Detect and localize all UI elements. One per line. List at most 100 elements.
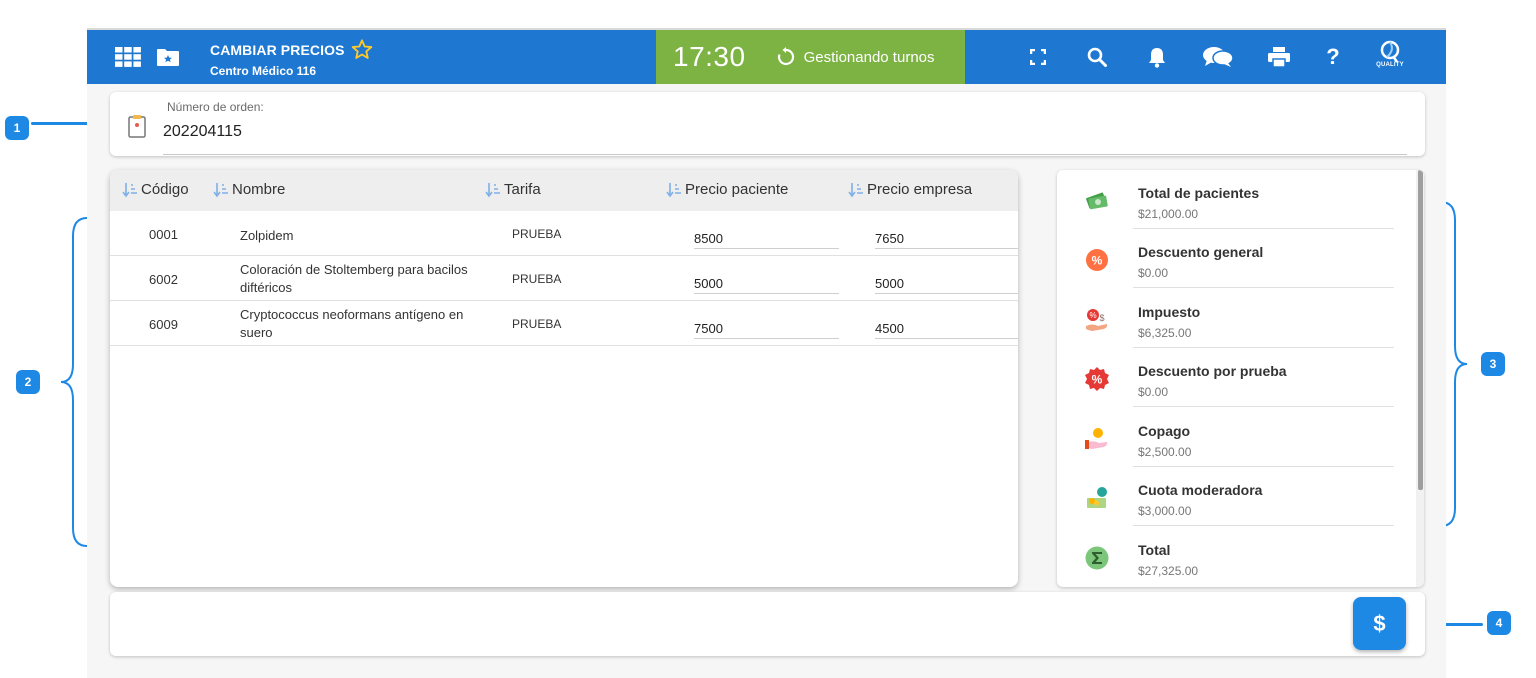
sort-icon <box>485 182 501 198</box>
quality-logo-text: QUALITY <box>1376 62 1404 68</box>
column-header-precio-paciente[interactable]: Precio paciente <box>666 181 788 198</box>
summary-value: $6,325.00 <box>1138 326 1192 340</box>
summary-value: $0.00 <box>1138 266 1169 280</box>
bell-icon[interactable] <box>1144 46 1170 68</box>
quality-logo: QUALITY <box>1372 40 1408 76</box>
column-header-nombre-label: Nombre <box>232 181 286 198</box>
precio-empresa-input[interactable] <box>875 315 1018 339</box>
summary-label: Descuento general <box>1138 244 1264 260</box>
column-header-codigo[interactable]: Código <box>122 181 189 198</box>
turnos-status-label: Gestionando turnos <box>803 48 935 66</box>
summary-item-descuento-general: % Descuento general $0.00 <box>1057 229 1417 288</box>
summary-scrollbar[interactable] <box>1416 170 1424 587</box>
precio-empresa-input[interactable] <box>875 225 1018 249</box>
annotation-badge-3: 3 <box>1481 352 1505 376</box>
order-number-card: Número de orden: <box>110 92 1425 156</box>
precio-paciente-input[interactable] <box>694 270 839 294</box>
summary-item-impuesto: % $ Impuesto $6,325.00 <box>1057 289 1417 348</box>
summary-scrollbar-thumb[interactable] <box>1418 170 1423 490</box>
order-number-input[interactable] <box>163 121 1403 143</box>
svg-text:%: % <box>1092 373 1103 387</box>
money-icon <box>1084 188 1110 214</box>
apps-grid-icon[interactable] <box>115 46 141 68</box>
svg-text:%: % <box>1092 254 1103 268</box>
sort-icon <box>666 182 682 198</box>
table-header: Código Nombre Tarifa Precio paciente Pre… <box>110 170 1018 211</box>
discount-seal-icon: % <box>1084 366 1110 392</box>
summary-item-descuento-prueba: % Descuento por prueba $0.00 <box>1057 348 1417 407</box>
cash-coin-icon <box>1084 485 1110 511</box>
summary-item-total-pacientes: Total de pacientes $21,000.00 <box>1057 170 1417 229</box>
cell-tarifa: PRUEBA <box>512 272 562 286</box>
page-title-text: CAMBIAR PRECIOS <box>210 41 345 58</box>
column-header-tarifa[interactable]: Tarifa <box>485 181 541 198</box>
annotation-badge-1: 1 <box>5 116 29 140</box>
column-header-precio-empresa[interactable]: Precio empresa <box>848 181 972 198</box>
summary-value: $0.00 <box>1138 385 1169 399</box>
svg-text:$: $ <box>1099 313 1104 323</box>
summary-panel: Total de pacientes $21,000.00 % Descuent… <box>1057 170 1424 587</box>
order-number-underline <box>163 154 1407 155</box>
cell-nombre: Zolpidem <box>240 228 294 243</box>
cell-tarifa: PRUEBA <box>512 317 562 331</box>
summary-label: Total <box>1138 542 1171 558</box>
summary-value: $3,000.00 <box>1138 504 1192 518</box>
top-bar: CAMBIAR PRECIOS Centro Médico 116 17:30 … <box>87 30 1446 84</box>
search-icon[interactable] <box>1084 46 1110 68</box>
cell-codigo: 6009 <box>149 317 178 332</box>
app-window: CAMBIAR PRECIOS Centro Médico 116 17:30 … <box>87 28 1446 678</box>
annotation-brace-2 <box>60 217 88 547</box>
sort-icon <box>122 182 138 198</box>
summary-label: Total de pacientes <box>1138 185 1260 201</box>
order-number-label: Número de orden: <box>167 100 264 114</box>
svg-text:%: % <box>1089 311 1096 320</box>
column-header-nombre[interactable]: Nombre <box>213 181 285 198</box>
table-row: 6009 Cryptococcus neoformans antígeno en… <box>110 301 1018 346</box>
sort-icon <box>848 182 864 198</box>
summary-label: Descuento por prueba <box>1138 363 1287 379</box>
column-header-tarifa-label: Tarifa <box>504 181 541 198</box>
cell-codigo: 0001 <box>149 227 178 242</box>
pay-button[interactable]: $ <box>1353 597 1406 650</box>
tax-hand-icon: % $ <box>1084 307 1110 333</box>
summary-divider <box>1133 406 1394 407</box>
percent-badge-icon: % <box>1084 247 1110 273</box>
summary-value: $21,000.00 <box>1138 207 1199 221</box>
summary-item-cuota-moderadora: Cuota moderadora $3,000.00 <box>1057 467 1417 526</box>
table-row: 6002 Coloración de Stoltemberg para baci… <box>110 256 1018 301</box>
column-header-precio-paciente-label: Precio paciente <box>685 181 789 198</box>
clipboard-icon <box>128 114 146 143</box>
turnos-status-button[interactable]: Gestionando turnos <box>776 47 935 67</box>
summary-label: Impuesto <box>1138 304 1201 320</box>
precio-paciente-input[interactable] <box>694 315 839 339</box>
coin-hand-icon <box>1084 426 1110 452</box>
sort-icon <box>213 182 229 198</box>
page-subtitle: Centro Médico 116 <box>210 64 317 78</box>
summary-divider <box>1133 287 1394 288</box>
cell-nombre: Cryptococcus neoformans antígeno en suer… <box>240 307 464 340</box>
summary-item-copago: Copago $2,500.00 <box>1057 408 1417 467</box>
precio-empresa-input[interactable] <box>875 270 1018 294</box>
column-header-precio-empresa-label: Precio empresa <box>867 181 973 198</box>
summary-value: $2,500.00 <box>1138 445 1192 459</box>
precio-paciente-input[interactable] <box>694 225 839 249</box>
cell-nombre: Coloración de Stoltemberg para bacilos d… <box>240 262 468 295</box>
summary-label: Cuota moderadora <box>1138 482 1263 498</box>
clock-time: 17:30 <box>673 41 746 72</box>
refresh-icon <box>776 47 796 67</box>
star-outline-icon[interactable] <box>351 39 373 60</box>
help-icon[interactable]: ? <box>1320 46 1346 68</box>
prices-table: Código Nombre Tarifa Precio paciente Pre… <box>110 170 1018 587</box>
annotation-badge-4: 4 <box>1487 611 1511 635</box>
page-title: CAMBIAR PRECIOS <box>210 39 373 60</box>
cell-tarifa: PRUEBA <box>512 227 562 241</box>
summary-item-total: Total $27,325.00 <box>1057 527 1417 586</box>
sigma-icon <box>1084 545 1110 571</box>
annotation-badge-2: 2 <box>16 370 40 394</box>
print-icon[interactable] <box>1266 46 1292 68</box>
folder-star-icon[interactable] <box>155 46 181 68</box>
screenshot-stage: 1 2 3 4 CAMBIAR PRECIOS Centro Médico 11… <box>0 0 1536 678</box>
summary-value: $27,325.00 <box>1138 564 1199 578</box>
fullscreen-icon[interactable] <box>1025 46 1051 68</box>
chat-icon[interactable] <box>1201 46 1235 68</box>
